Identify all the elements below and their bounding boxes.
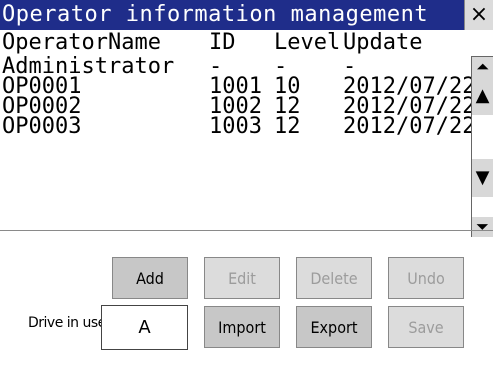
close-button[interactable]: × — [464, 0, 493, 30]
operator-name: OP0003 — [2, 114, 82, 139]
divider — [0, 230, 493, 231]
page-down-button[interactable]: ▼ — [472, 159, 493, 197]
drive-in-use-label: Drive in use — [28, 315, 106, 331]
header-update: Update — [343, 30, 423, 55]
title-bar: Operator information management × — [0, 0, 493, 30]
scroll-to-top-icon: ⏶ — [476, 57, 489, 76]
delete-button[interactable]: Delete — [296, 257, 372, 299]
scroll-to-bottom-button[interactable]: ⏷ — [472, 217, 493, 237]
operator-update: 2012/07/22 — [343, 114, 476, 139]
list-header-row: OperatorName ID Level Update — [0, 30, 465, 55]
page-up-icon: ▲ — [475, 85, 490, 106]
scroll-to-top-button[interactable]: ⏶ — [472, 57, 493, 77]
scroll-to-bottom-icon: ⏷ — [476, 217, 489, 236]
add-button[interactable]: Add — [112, 257, 188, 299]
undo-button[interactable]: Undo — [388, 257, 464, 299]
header-id: ID — [209, 30, 236, 55]
export-button[interactable]: Export — [296, 306, 372, 348]
close-icon: × — [469, 2, 489, 27]
table-row[interactable]: OP0003 1003 12 2012/07/22 — [0, 114, 475, 139]
import-button[interactable]: Import — [204, 306, 280, 348]
operator-level: 12 — [274, 114, 301, 139]
page-up-button[interactable]: ▲ — [472, 77, 493, 115]
drive-select-field[interactable]: A — [101, 305, 188, 350]
list-scrollbar[interactable]: ⏶ ▲ ▼ ⏷ — [471, 56, 493, 237]
header-operator-name: OperatorName — [2, 30, 161, 55]
edit-button[interactable]: Edit — [204, 257, 280, 299]
window-title: Operator information management — [2, 2, 429, 27]
operator-list: OperatorName ID Level Update Administrat… — [0, 30, 493, 230]
save-button[interactable]: Save — [388, 306, 464, 348]
operator-id: 1003 — [209, 114, 262, 139]
header-level: Level — [274, 30, 341, 55]
page-down-icon: ▼ — [475, 167, 490, 188]
